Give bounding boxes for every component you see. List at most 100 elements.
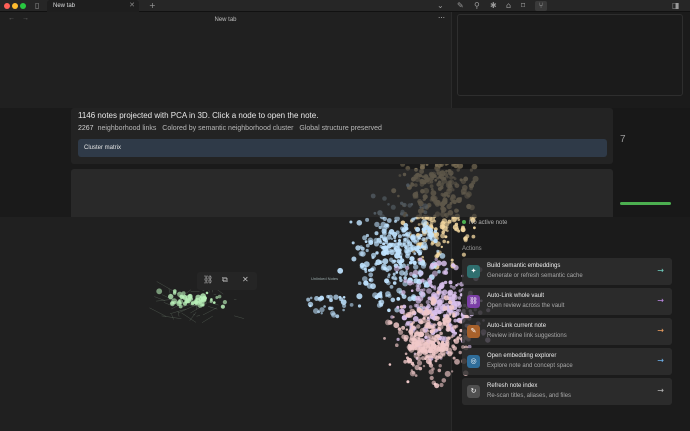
- arrow-right-icon: →: [657, 386, 664, 395]
- note-node: [362, 276, 368, 282]
- note-node: [422, 364, 426, 368]
- note-node: [220, 304, 225, 309]
- global-structure-label: Global structure preserved: [299, 125, 382, 132]
- cluster-matrix-button[interactable]: Cluster matrix: [78, 139, 607, 157]
- new-tab-icon[interactable]: +: [149, 1, 156, 11]
- copy-icon[interactable]: ⧉: [222, 275, 228, 285]
- nav-bar: ← → New tab ⋯: [0, 12, 451, 28]
- note-node: [399, 278, 403, 283]
- note-node: [339, 297, 344, 302]
- note-node: [446, 336, 451, 341]
- note-node: [450, 258, 454, 262]
- note-node: [406, 234, 411, 239]
- close-icon[interactable]: ✕: [129, 0, 135, 12]
- note-node: [422, 346, 428, 352]
- close-icon[interactable]: ✕: [242, 275, 249, 284]
- search-icon[interactable]: ⚲: [474, 1, 480, 11]
- note-node: [461, 252, 466, 257]
- note-node: [439, 224, 445, 230]
- tab-title: New tab: [53, 3, 76, 9]
- note-node: [386, 218, 392, 223]
- action-card[interactable]: ✎ Auto-Link current note Review inline lin…: [462, 318, 672, 345]
- bookmark-icon[interactable]: ⌑: [521, 1, 525, 11]
- note-node: [427, 329, 430, 333]
- zoom-window-button[interactable]: [20, 3, 26, 9]
- note-node: [409, 256, 415, 262]
- note-node: [441, 378, 447, 383]
- note-node: [417, 337, 421, 340]
- note-node: [395, 343, 399, 347]
- minimize-window-button[interactable]: [12, 3, 18, 9]
- action-subtitle: Generate or refresh semantic cache: [487, 273, 583, 279]
- note-node: [406, 380, 410, 384]
- note-node: [406, 360, 411, 364]
- note-node: [412, 269, 419, 276]
- note-node: [413, 252, 417, 256]
- graph-link: [208, 306, 218, 310]
- chevron-down-icon[interactable]: ⌄: [437, 1, 444, 11]
- note-node: [430, 300, 436, 306]
- note-node: [385, 268, 390, 273]
- note-node: [454, 227, 458, 232]
- sidebar-toggle-icon[interactable]: ▯: [35, 1, 39, 11]
- close-window-button[interactable]: [4, 3, 10, 9]
- action-card[interactable]: ↻ Refresh note index Re-scan titles, alias…: [462, 378, 672, 405]
- note-node: [410, 233, 417, 240]
- action-card[interactable]: ✦ Build semantic embeddings Generate or re…: [462, 258, 672, 285]
- note-node: [409, 332, 414, 336]
- note-node: [444, 347, 449, 352]
- action-title: Auto-Link current note: [487, 323, 547, 329]
- note-node: [448, 300, 453, 305]
- note-node: [362, 235, 368, 241]
- tab-new-tab[interactable]: New tab ✕: [47, 0, 139, 12]
- note-node: [451, 312, 456, 316]
- note-node: [215, 296, 219, 299]
- brain-icon[interactable]: ✎: [457, 1, 464, 11]
- action-card[interactable]: ⛓ Auto-Link whole vault Open review across…: [462, 288, 672, 315]
- note-node: [439, 253, 446, 259]
- note-node: [396, 297, 401, 301]
- action-card[interactable]: ◎ Open embedding explorer Explore note and…: [462, 348, 672, 375]
- note-node: [203, 296, 207, 300]
- note-node: [424, 324, 428, 329]
- note-node: [406, 239, 411, 243]
- note-node: [198, 296, 203, 301]
- note-node: [418, 251, 422, 256]
- note-node: [456, 309, 459, 312]
- note-node: [409, 308, 416, 315]
- note-node: [382, 258, 389, 265]
- note-node: [356, 220, 363, 226]
- note-node: [431, 296, 434, 300]
- note-node: [170, 301, 175, 307]
- note-node: [418, 331, 425, 338]
- graph-link: [154, 296, 166, 301]
- action-title: Open embedding explorer: [487, 353, 557, 359]
- note-node: [351, 256, 357, 262]
- note-node: [417, 308, 423, 314]
- more-options-icon[interactable]: ⋯: [438, 14, 445, 22]
- actions-heading: Actions: [462, 246, 482, 252]
- explorer-headline: 1146 notes projected with PCA in 3D. Cli…: [78, 111, 319, 120]
- right-sidebar-toggle-icon[interactable]: ◨: [672, 1, 680, 11]
- branch-icon[interactable]: ⑂: [535, 1, 547, 11]
- note-node: [425, 236, 429, 240]
- note-node: [422, 223, 427, 228]
- note-node: [403, 223, 409, 228]
- note-node: [401, 294, 407, 299]
- link-icon[interactable]: ⛓: [203, 275, 213, 284]
- note-node: [388, 242, 392, 246]
- note-node: [449, 304, 455, 310]
- note-node: [434, 257, 438, 262]
- note-node: [421, 317, 427, 324]
- note-node: [368, 278, 372, 282]
- refresh-icon: ↻: [467, 385, 480, 398]
- note-node: [327, 294, 333, 300]
- arrow-right-icon: →: [657, 266, 664, 275]
- note-node: [376, 302, 382, 308]
- note-node: [439, 382, 444, 388]
- action-title: Auto-Link whole vault: [487, 293, 545, 299]
- note-node: [382, 245, 389, 252]
- tag-icon[interactable]: ⌂: [506, 1, 511, 11]
- graph-icon[interactable]: ✱: [490, 1, 497, 11]
- note-node: [410, 322, 414, 326]
